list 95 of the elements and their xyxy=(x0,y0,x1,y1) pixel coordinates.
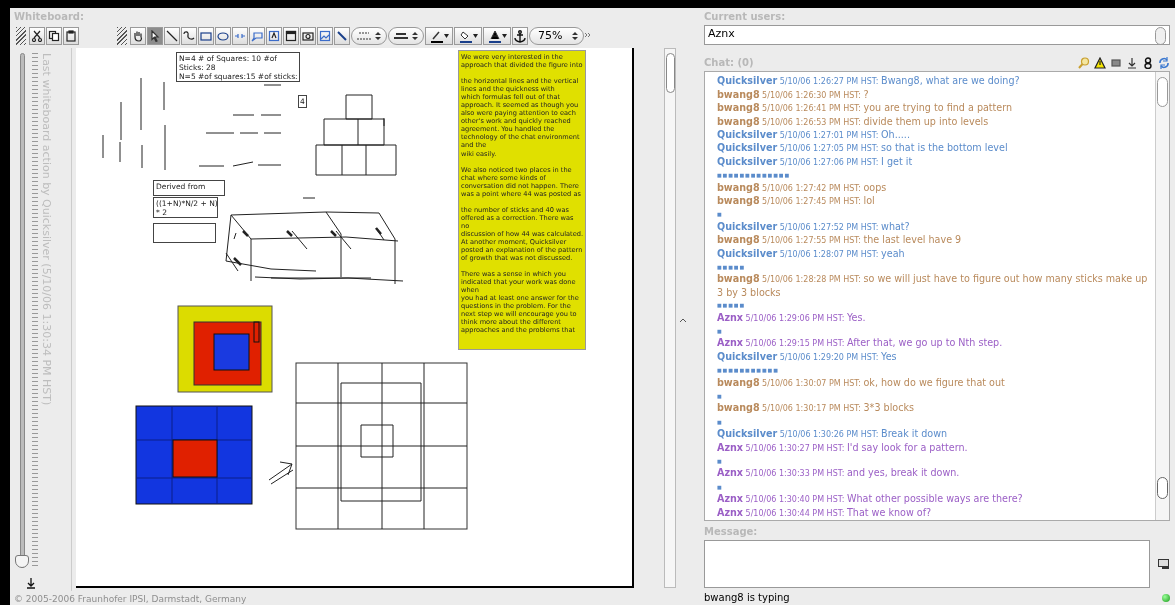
chat-message: Aznx 5/10/06 1:30:27 PM HST: I'd say look for a pattern. xyxy=(717,441,969,455)
square-grid-drawing[interactable] xyxy=(135,405,253,505)
callout-icon xyxy=(251,30,263,42)
chat-message: Aznx 5/10/06 1:30:44 PM HST: That we know of? xyxy=(717,506,933,520)
scissors-icon xyxy=(31,30,43,42)
stepper-arrows-icon[interactable] xyxy=(375,31,381,41)
text-color-button[interactable] xyxy=(483,27,511,45)
clipboard-icon xyxy=(65,30,77,42)
stepper-arrows-icon[interactable] xyxy=(572,31,579,41)
toolbar-grip[interactable] xyxy=(16,27,26,45)
chat-message: bwang8 5/10/06 1:28:28 PM HST: so we will just have to figure out how many sticks make up 3 by 3 blocks xyxy=(717,273,1149,300)
tool-button[interactable] xyxy=(300,27,316,45)
download-icon[interactable] xyxy=(26,578,36,589)
slider-thumb[interactable] xyxy=(15,555,29,568)
line-width-dropdown[interactable] xyxy=(388,27,424,45)
fill-color-button[interactable] xyxy=(454,27,482,45)
user-name[interactable]: Aznx xyxy=(708,27,735,40)
arrow-drawing[interactable] xyxy=(268,461,294,485)
anchor-icon[interactable] xyxy=(512,27,528,45)
zoom-dropdown[interactable]: 75% xyxy=(529,27,585,45)
sticky-note[interactable] xyxy=(458,50,586,350)
tool-button[interactable] xyxy=(215,27,231,45)
line-icon xyxy=(166,30,178,42)
chat-message: Quicksilver 5/10/06 1:26:27 PM HST: Bwang8, what are we doing? xyxy=(717,75,1021,89)
status-text: bwang8 is typing xyxy=(704,591,790,605)
link-icon xyxy=(336,30,348,42)
tool-button[interactable] xyxy=(266,27,282,45)
chat-message: bwang8 5/10/06 1:26:53 PM HST: divide them up into levels xyxy=(717,115,990,129)
toolbar-button[interactable] xyxy=(29,27,45,45)
caret-icon[interactable] xyxy=(501,34,507,38)
pen-color-button[interactable] xyxy=(425,27,453,45)
vertical-scrollbar[interactable] xyxy=(664,48,676,588)
pyramid-drawing[interactable] xyxy=(315,94,397,176)
letter-a-icon xyxy=(487,29,502,43)
chat-message: Quicksilver 5/10/06 1:27:06 PM HST: I get it xyxy=(717,155,914,169)
caret-icon[interactable] xyxy=(472,34,478,38)
toolbar-grip[interactable] xyxy=(117,27,127,45)
line-style-dropdown[interactable] xyxy=(351,27,387,45)
pen-icon xyxy=(429,29,444,43)
send-icon[interactable] xyxy=(1158,558,1170,570)
paint-bucket-icon xyxy=(458,29,473,43)
tool-button[interactable] xyxy=(164,27,180,45)
curve-icon xyxy=(183,30,195,42)
text-box-icon xyxy=(268,30,280,42)
rectangle-icon xyxy=(200,30,212,42)
toolbar-button[interactable] xyxy=(46,27,62,45)
vertical-scrollbar[interactable] xyxy=(1155,72,1169,520)
history-slider[interactable] xyxy=(15,53,30,568)
tool-button[interactable] xyxy=(283,27,299,45)
chat-message: Quicksilver 5/10/06 1:28:07 PM HST: yeah xyxy=(717,247,906,261)
cubes-drawing[interactable] xyxy=(225,197,404,285)
chat-message: bwang8 5/10/06 1:26:41 PM HST: you are trying to find a pattern xyxy=(717,102,1014,116)
tool-button[interactable] xyxy=(181,27,197,45)
scrollbar-thumb[interactable] xyxy=(1155,27,1166,45)
copyright-text: © 2005-2006 Fraunhofer IPSI, Darmstadt, Germany xyxy=(14,593,248,605)
user-list[interactable]: Aznx xyxy=(704,25,1170,46)
chat-message: Quicksilver 5/10/06 1:27:01 PM HST: Oh..... xyxy=(717,128,911,142)
chat-message: Quicksilver 5/10/06 1:29:20 PM HST: Yes xyxy=(717,350,898,364)
caret-icon[interactable] xyxy=(443,34,449,38)
chat-message: bwang8 5/10/06 1:26:30 PM HST: ? xyxy=(717,88,870,102)
copy-icon xyxy=(48,30,60,42)
chat-message: bwang8 5/10/06 1:27:45 PM HST: lol xyxy=(717,195,876,208)
message-field[interactable] xyxy=(704,540,1150,588)
empty-text-box[interactable] xyxy=(153,223,216,243)
chat-message: Aznx 5/10/06 1:30:33 PM HST: and yes, break it down. xyxy=(717,467,961,481)
camera-icon xyxy=(302,30,314,42)
nested-squares-drawing[interactable] xyxy=(177,305,273,393)
warning-icon[interactable] xyxy=(1094,57,1106,70)
chat-message: Aznx 5/10/06 1:29:15 PM HST: After that, we go up to Nth step. xyxy=(717,337,1004,351)
dashed-line-icon xyxy=(357,32,371,40)
chat-message: Quicksilver 5/10/06 1:27:52 PM HST: what? xyxy=(717,220,911,234)
pointer-icon xyxy=(149,30,161,42)
chat-message: Quicksilver 5/10/06 1:27:05 PM HST: so that is the bottom level xyxy=(717,142,1009,156)
chat-message: Quicksilver 5/10/06 1:30:26 PM HST: Break it down xyxy=(717,428,949,442)
chat-message: Aznx 5/10/06 1:30:40 PM HST: What other possible ways are there? xyxy=(717,493,1024,507)
whiteboard-canvas[interactable] xyxy=(76,48,634,588)
chat-message: Aznx 5/10/06 1:29:06 PM HST: Yes. xyxy=(717,311,867,325)
tool-button[interactable] xyxy=(147,27,163,45)
download-icon[interactable] xyxy=(1126,57,1138,70)
chat-message: bwang8 5/10/06 1:27:42 PM HST: oops xyxy=(717,181,888,195)
chat-message: bwang8 5/10/06 1:27:55 PM HST: the last level have 9 xyxy=(717,234,963,248)
picture-icon xyxy=(319,30,331,42)
toolbar-button[interactable] xyxy=(63,27,79,45)
chat-message: bwang8 5/10/06 1:30:07 PM HST: ok, how do we figure that out xyxy=(717,376,1006,390)
tool-button[interactable] xyxy=(130,27,146,45)
square-icon[interactable] xyxy=(1110,57,1122,70)
window-icon xyxy=(285,30,297,42)
refresh-icon[interactable] xyxy=(1158,57,1170,70)
person-icon[interactable] xyxy=(1142,57,1154,70)
thick-line-icon xyxy=(394,32,408,40)
ellipse-icon xyxy=(217,30,229,42)
chat-message: bwang8 5/10/06 1:30:17 PM HST: 3*3 blocks xyxy=(717,402,915,416)
stepper-arrows-icon[interactable] xyxy=(412,31,418,41)
hand-icon xyxy=(132,30,144,42)
tool-button[interactable] xyxy=(334,27,350,45)
